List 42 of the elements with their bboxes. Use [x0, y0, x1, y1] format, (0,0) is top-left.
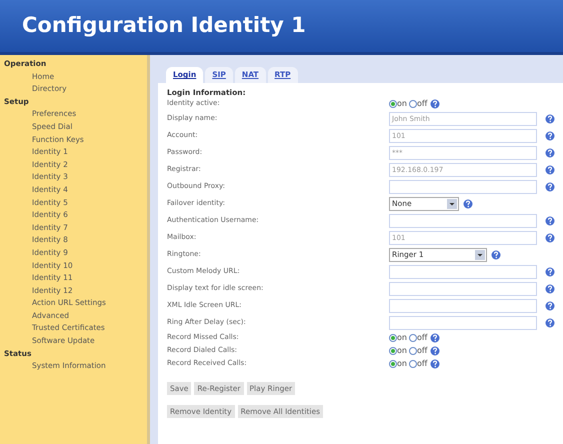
radio-button[interactable]	[389, 360, 397, 368]
text-field[interactable]	[389, 316, 537, 330]
text-field[interactable]	[389, 282, 537, 296]
help-icon[interactable]	[545, 182, 555, 192]
help-icon[interactable]	[491, 250, 501, 260]
radio-label: off	[416, 332, 428, 344]
help-icon[interactable]	[545, 148, 555, 158]
radio-button[interactable]	[389, 100, 397, 108]
help-icon[interactable]	[430, 98, 440, 108]
radio-button[interactable]	[408, 334, 417, 342]
help-icon[interactable]	[545, 164, 555, 174]
radio-label: off	[416, 98, 428, 110]
help-icon[interactable]	[545, 232, 555, 242]
radio-label: off	[416, 344, 428, 356]
help-icon[interactable]	[545, 318, 555, 328]
help-icon[interactable]	[545, 284, 555, 294]
text-field[interactable]	[389, 298, 537, 312]
help-icon[interactable]	[430, 332, 440, 342]
help-icon[interactable]	[430, 346, 440, 356]
help-icon[interactable]	[463, 198, 473, 208]
help-icon[interactable]	[545, 300, 555, 310]
radio-label: on	[397, 98, 407, 110]
caret-icon	[475, 250, 485, 260]
help-icon[interactable]	[545, 216, 555, 226]
text-field[interactable]	[389, 180, 537, 194]
text-field[interactable]	[389, 264, 537, 278]
radio-button[interactable]	[408, 346, 417, 354]
radio-label: on	[397, 332, 407, 344]
radio-label: on	[397, 344, 407, 356]
help-icon[interactable]	[545, 266, 555, 276]
radio-button[interactable]	[389, 334, 397, 342]
radio-label: on	[397, 358, 407, 370]
text-field[interactable]	[389, 214, 537, 228]
radio-label: off	[416, 358, 428, 370]
help-icon[interactable]	[430, 358, 440, 368]
caret-icon	[447, 198, 457, 208]
help-icon[interactable]	[545, 114, 555, 124]
radio-button[interactable]	[389, 346, 397, 354]
page-title: Configuration Identity 1	[22, 12, 306, 40]
radio-button[interactable]	[408, 100, 417, 108]
help-icon[interactable]	[545, 130, 555, 140]
radio-button[interactable]	[408, 360, 417, 368]
